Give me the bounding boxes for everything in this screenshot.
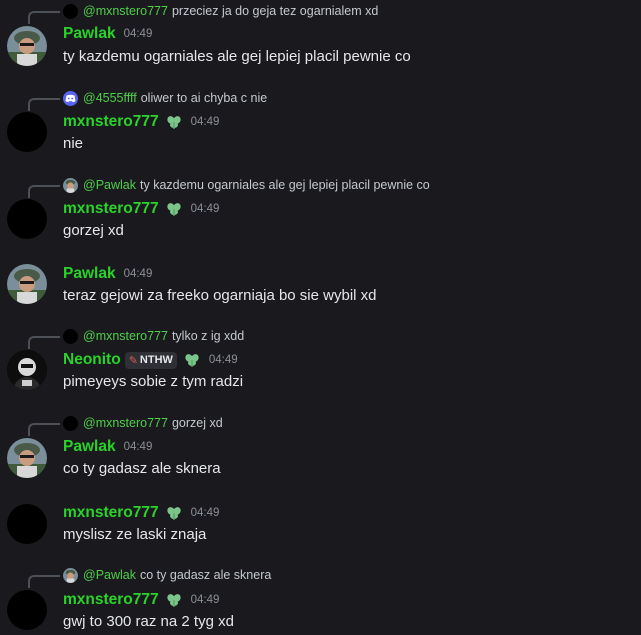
reply-avatar [63, 178, 78, 193]
reply-spine [28, 98, 60, 111]
timestamp: 04:49 [190, 594, 220, 606]
knife-icon: ✎ [128, 354, 138, 367]
username[interactable]: Neonito [63, 351, 121, 369]
reply-text: co ty gadasz ale sknera [140, 568, 272, 582]
username[interactable]: mxnstero777 [63, 504, 159, 522]
avatar[interactable] [7, 504, 47, 544]
server-tag[interactable]: ✎ NTHW [124, 351, 177, 369]
message-content: myslisz ze laski znaja [63, 526, 207, 543]
reply-avatar [63, 568, 78, 583]
reply-username[interactable]: @Pawlak [83, 568, 136, 582]
timestamp: 04:49 [208, 354, 238, 366]
username[interactable]: Pawlak [63, 265, 116, 283]
reply-username[interactable]: @mxnstero777 [83, 416, 168, 430]
avatar[interactable] [7, 438, 47, 478]
avatar[interactable] [7, 264, 47, 304]
message-content: ty kazdemu ogarniales ale gej lepiej pla… [63, 48, 411, 65]
reply-text: gorzej xd [171, 416, 223, 430]
avatar[interactable] [7, 590, 47, 630]
reply-spine [28, 575, 60, 588]
timestamp: 04:49 [123, 268, 153, 280]
clover-leaf-icon[interactable] [165, 200, 183, 218]
username[interactable]: mxnstero777 [63, 113, 159, 131]
timestamp: 04:49 [123, 28, 153, 40]
message-content: pimeyeys sobie z tym radzi [63, 373, 244, 390]
reply-username[interactable]: @mxnstero777 [83, 4, 168, 18]
message-content: nie [63, 135, 84, 152]
reply-avatar [63, 329, 78, 344]
message-content: gorzej xd [63, 222, 124, 239]
message-content: teraz gejowi za freeko ogarniaja bo sie … [63, 287, 377, 304]
clover-leaf-icon[interactable] [165, 504, 183, 522]
avatar[interactable] [7, 26, 47, 66]
reply-text: ty kazdemu ogarniales ale gej lepiej pla… [140, 178, 430, 192]
clover-leaf-icon[interactable] [165, 113, 183, 131]
reply-spine [28, 11, 60, 24]
avatar[interactable] [7, 350, 47, 390]
timestamp: 04:49 [123, 441, 153, 453]
discord-icon [63, 91, 78, 106]
reply-spine [28, 423, 60, 436]
reply-text: tylko z ig xdd [171, 329, 245, 343]
message-content: co ty gadasz ale sknera [63, 460, 221, 477]
reply-text: oliwer to ai chyba c nie [140, 91, 268, 105]
reply-spine [28, 336, 60, 349]
clover-leaf-icon[interactable] [165, 591, 183, 609]
reply-avatar [63, 416, 78, 431]
username[interactable]: Pawlak [63, 25, 116, 43]
reply-username[interactable]: @4555ffff [83, 91, 137, 105]
reply-text: przeciez ja do geja tez ogarnialem xd [171, 4, 379, 18]
server-tag-label: NTHW [139, 354, 173, 366]
timestamp: 04:49 [190, 507, 220, 519]
avatar[interactable] [7, 112, 47, 152]
timestamp: 04:49 [190, 203, 220, 215]
reply-username[interactable]: @mxnstero777 [83, 329, 168, 343]
clover-leaf-icon[interactable] [183, 351, 201, 369]
reply-avatar [63, 4, 78, 19]
reply-username[interactable]: @Pawlak [83, 178, 136, 192]
username[interactable]: Pawlak [63, 438, 116, 456]
avatar[interactable] [7, 199, 47, 239]
username[interactable]: mxnstero777 [63, 200, 159, 218]
reply-spine [28, 185, 60, 198]
message-content: gwj to 300 raz na 2 tyg xd [63, 613, 234, 630]
timestamp: 04:49 [190, 116, 220, 128]
username[interactable]: mxnstero777 [63, 591, 159, 609]
